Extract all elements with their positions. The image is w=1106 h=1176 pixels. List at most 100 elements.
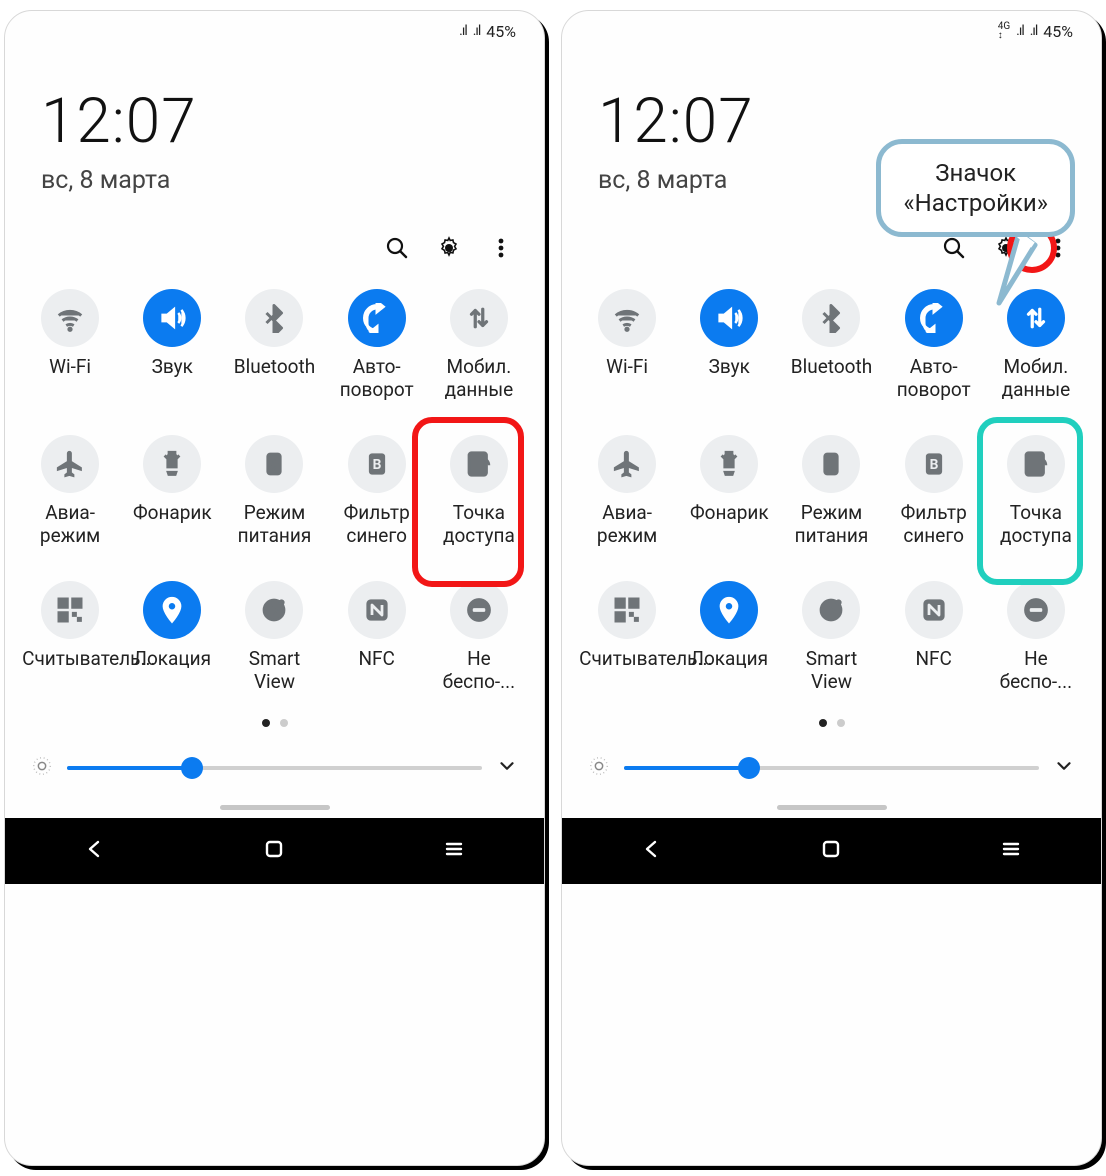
tile-label-sound: Звук xyxy=(709,355,750,401)
tile-qr[interactable]: Считыватель... xyxy=(19,581,121,693)
sound-icon[interactable] xyxy=(143,289,201,347)
recents-button[interactable] xyxy=(442,837,466,865)
search-icon[interactable] xyxy=(941,235,967,261)
tile-location[interactable]: Локация xyxy=(121,581,223,693)
wifi-icon[interactable] xyxy=(41,289,99,347)
dnd-icon[interactable] xyxy=(450,581,508,639)
bluetooth-icon[interactable] xyxy=(245,289,303,347)
tile-dnd[interactable]: Не беспо-... xyxy=(428,581,530,693)
page-dots xyxy=(562,707,1101,755)
dot-1[interactable] xyxy=(819,719,827,727)
search-icon[interactable] xyxy=(384,235,410,261)
tile-hotspot[interactable]: Точка доступа xyxy=(985,435,1087,547)
battery-text: 45% xyxy=(486,22,516,41)
power-icon[interactable] xyxy=(802,435,860,493)
tile-label-rotate: Авто-поворот xyxy=(886,355,982,401)
tile-label-flash: Фонарик xyxy=(690,501,769,547)
hotspot-icon[interactable] xyxy=(450,435,508,493)
tile-label-bluelight: Фильтр синего xyxy=(329,501,425,547)
more-icon[interactable] xyxy=(488,235,514,261)
tile-label-qr: Считыватель... xyxy=(579,647,675,693)
home-button[interactable] xyxy=(262,837,286,865)
tile-bluetooth[interactable]: Bluetooth xyxy=(223,289,325,401)
smartview-icon[interactable] xyxy=(802,581,860,639)
clock-time: 12:07 xyxy=(41,85,508,158)
airplane-icon[interactable] xyxy=(41,435,99,493)
tile-location[interactable]: Локация xyxy=(678,581,780,693)
qr-icon[interactable] xyxy=(41,581,99,639)
panel-actions xyxy=(5,235,544,283)
tile-label-data: Мобил. данные xyxy=(988,355,1084,401)
nav-bar xyxy=(5,818,544,884)
flash-icon[interactable] xyxy=(143,435,201,493)
tile-power[interactable]: Режим питания xyxy=(223,435,325,547)
location-icon[interactable] xyxy=(143,581,201,639)
back-button[interactable] xyxy=(640,837,664,865)
tile-qr[interactable]: Считыватель... xyxy=(576,581,678,693)
bluelight-icon[interactable]: B xyxy=(348,435,406,493)
tile-airplane[interactable]: Авиа-режим xyxy=(576,435,678,547)
power-icon[interactable] xyxy=(245,435,303,493)
tile-label-sound: Звук xyxy=(152,355,193,401)
tile-label-wifi: Wi-Fi xyxy=(606,355,648,401)
brightness-row xyxy=(5,755,544,805)
dot-2[interactable] xyxy=(837,719,845,727)
phone-left: .ıl .ıl 45% 12:07 вс, 8 марта Wi-FiЗвукB… xyxy=(4,10,545,1166)
hotspot-icon[interactable] xyxy=(1007,435,1065,493)
data-icon[interactable] xyxy=(450,289,508,347)
recents-button[interactable] xyxy=(999,837,1023,865)
tile-data[interactable]: Мобил. данные xyxy=(428,289,530,401)
tile-hotspot[interactable]: Точка доступа xyxy=(428,435,530,547)
dot-2[interactable] xyxy=(280,719,288,727)
quick-tiles-right: Wi-Fi Звук BluetoothАвто-поворотМобил. дан… xyxy=(562,283,1101,707)
rotate-icon[interactable] xyxy=(905,289,963,347)
chevron-down-icon[interactable] xyxy=(1053,755,1075,781)
bluelight-icon[interactable]: B xyxy=(905,435,963,493)
tile-smartview[interactable]: Smart View xyxy=(780,581,882,693)
svg-text:B: B xyxy=(372,457,381,473)
dnd-icon[interactable] xyxy=(1007,581,1065,639)
back-button[interactable] xyxy=(83,837,107,865)
more-icon[interactable] xyxy=(1045,235,1071,261)
tile-label-dnd: Не беспо-... xyxy=(988,647,1084,693)
bluetooth-icon[interactable] xyxy=(802,289,860,347)
tile-sound[interactable]: Звук xyxy=(678,289,780,401)
rotate-icon[interactable] xyxy=(348,289,406,347)
qr-icon[interactable] xyxy=(598,581,656,639)
tile-flash[interactable]: Фонарик xyxy=(121,435,223,547)
flash-icon[interactable] xyxy=(700,435,758,493)
location-icon[interactable] xyxy=(700,581,758,639)
tile-airplane[interactable]: Авиа-режим xyxy=(19,435,121,547)
tile-label-hotspot: Точка доступа xyxy=(988,501,1084,547)
sound-icon[interactable] xyxy=(700,289,758,347)
tile-nfc[interactable]: NFC xyxy=(326,581,428,693)
smartview-icon[interactable] xyxy=(245,581,303,639)
gear-icon[interactable] xyxy=(436,235,462,261)
tile-label-nfc: NFC xyxy=(358,647,394,693)
airplane-icon[interactable] xyxy=(598,435,656,493)
page-dots xyxy=(5,707,544,755)
clock-date: вс, 8 марта xyxy=(41,166,508,195)
brightness-slider[interactable] xyxy=(624,766,1039,770)
4g-icon: 4G↕ xyxy=(998,22,1010,40)
home-button[interactable] xyxy=(819,837,843,865)
tile-rotate[interactable]: Авто-поворот xyxy=(883,289,985,401)
tile-nfc[interactable]: NFC xyxy=(883,581,985,693)
tile-bluelight[interactable]: B Фильтр синего xyxy=(326,435,428,547)
dot-1[interactable] xyxy=(262,719,270,727)
tile-dnd[interactable]: Не беспо-... xyxy=(985,581,1087,693)
wifi-icon[interactable] xyxy=(598,289,656,347)
brightness-slider[interactable] xyxy=(67,766,482,770)
nfc-icon[interactable] xyxy=(348,581,406,639)
tile-wifi[interactable]: Wi-Fi xyxy=(19,289,121,401)
tile-wifi[interactable]: Wi-Fi xyxy=(576,289,678,401)
tile-power[interactable]: Режим питания xyxy=(780,435,882,547)
tile-flash[interactable]: Фонарик xyxy=(678,435,780,547)
chevron-down-icon[interactable] xyxy=(496,755,518,781)
tile-rotate[interactable]: Авто-поворот xyxy=(326,289,428,401)
nfc-icon[interactable] xyxy=(905,581,963,639)
tile-bluelight[interactable]: BФильтр синего xyxy=(883,435,985,547)
tile-bluetooth[interactable]: Bluetooth xyxy=(780,289,882,401)
tile-smartview[interactable]: Smart View xyxy=(223,581,325,693)
tile-sound[interactable]: Звук xyxy=(121,289,223,401)
